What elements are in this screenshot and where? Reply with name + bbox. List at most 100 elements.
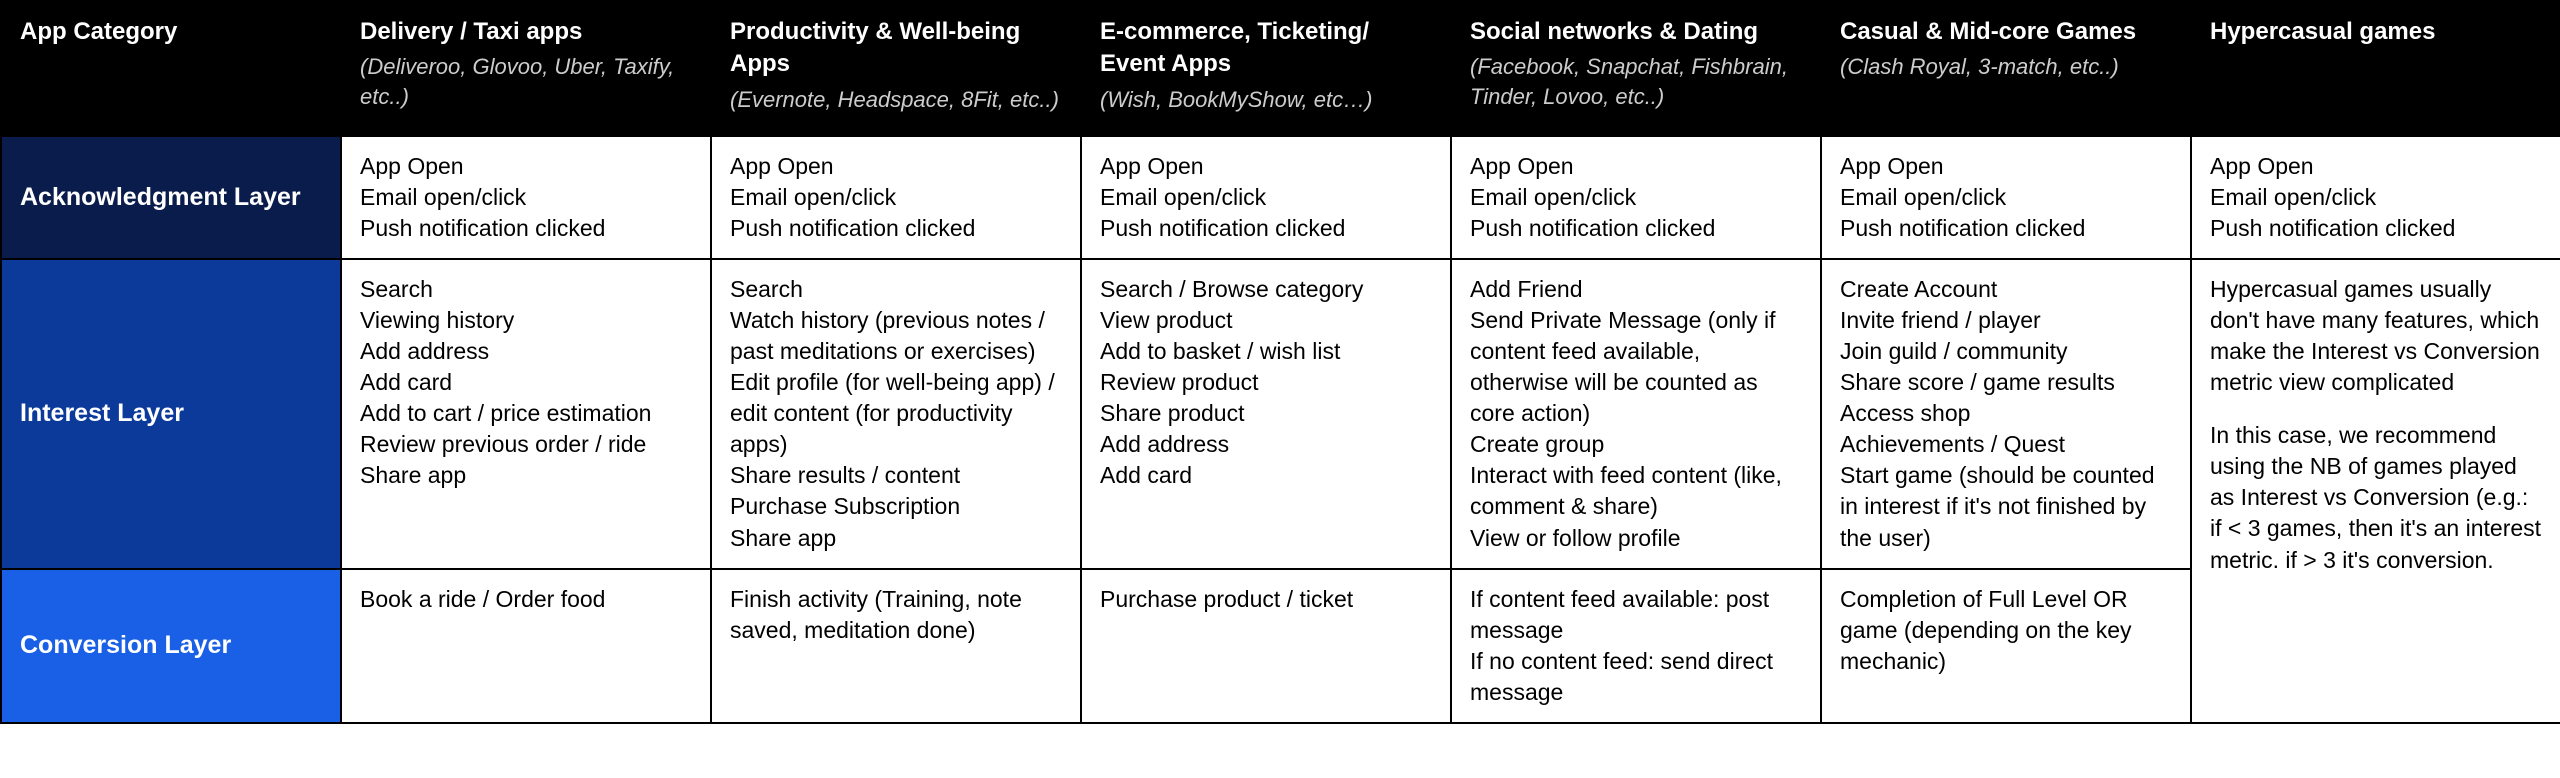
cell-line: App Open [360, 151, 692, 182]
col-header-ecommerce: E-commerce, Ticketing/ Event Apps (Wish,… [1081, 1, 1451, 136]
cell-line: Add card [360, 367, 692, 398]
cell-line: Add to cart / price estimation [360, 398, 692, 429]
row-label-ack: Acknowledgment Layer [1, 136, 341, 259]
cell-interest-ecommerce: Search / Browse categoryView productAdd … [1081, 259, 1451, 568]
cell-line: App Open [1840, 151, 2172, 182]
cell-line: Email open/click [730, 182, 1062, 213]
cell-conv-productivity: Finish activity (Training, note saved, m… [711, 569, 1081, 723]
col-header-title: Productivity & Well-being Apps [730, 16, 1062, 81]
header-corner: App Category [1, 1, 341, 136]
cell-interest-social: Add FriendSend Private Message (only if … [1451, 259, 1821, 568]
cell-line: Share app [730, 523, 1062, 554]
cell-line: Interact with feed content (like, commen… [1470, 460, 1802, 522]
cell-interest-productivity: SearchWatch history (previous notes / pa… [711, 259, 1081, 568]
category-matrix-table: App Category Delivery / Taxi apps (Deliv… [0, 0, 2560, 724]
col-header-sub: (Clash Royal, 3-match, etc..) [1840, 52, 2172, 82]
cell-line: Share results / content [730, 460, 1062, 491]
cell-conv-delivery: Book a ride / Order food [341, 569, 711, 723]
cell-line: Access shop [1840, 398, 2172, 429]
cell-line: Add Friend [1470, 274, 1802, 305]
col-header-title: Hypercasual games [2210, 16, 2542, 48]
row-label-interest: Interest Layer [1, 259, 341, 568]
row-conversion: Conversion Layer Book a ride / Order foo… [1, 569, 2560, 723]
cell-line: Start game (should be counted in interes… [1840, 460, 2172, 553]
cell-line: Add address [1100, 429, 1432, 460]
cell-line: Add to basket / wish list [1100, 336, 1432, 367]
col-header-sub: (Deliveroo, Glovoo, Uber, Taxify, etc..) [360, 52, 692, 111]
cell-line: Push notification clicked [1100, 213, 1432, 244]
cell-line: App Open [2210, 151, 2542, 182]
cell-line: Review previous order / ride [360, 429, 692, 460]
cell-line: Add address [360, 336, 692, 367]
cell-conv-casual: Completion of Full Level OR game (depend… [1821, 569, 2191, 723]
cell-conv-social: If content feed available: post messageI… [1451, 569, 1821, 723]
row-label-conversion: Conversion Layer [1, 569, 341, 723]
cell-line: If no content feed: send direct message [1470, 646, 1802, 708]
cell-line: Share product [1100, 398, 1432, 429]
cell-line: Share score / game results [1840, 367, 2172, 398]
cell-line: Create Account [1840, 274, 2172, 305]
cell-line: Review product [1100, 367, 1432, 398]
cell-line: Book a ride / Order food [360, 584, 692, 615]
cell-line: Edit profile (for well-being app) / edit… [730, 367, 1062, 460]
cell-line: Search [730, 274, 1062, 305]
col-header-delivery: Delivery / Taxi apps (Deliveroo, Glovoo,… [341, 1, 711, 136]
cell-line: Purchase Subscription [730, 491, 1062, 522]
col-header-sub: (Evernote, Headspace, 8Fit, etc..) [730, 85, 1062, 115]
cell-line: Purchase product / ticket [1100, 584, 1432, 615]
cell-line: If content feed available: post message [1470, 584, 1802, 646]
cell-interest-casual: Create AccountInvite friend / playerJoin… [1821, 259, 2191, 568]
cell-line: View or follow profile [1470, 523, 1802, 554]
col-header-sub: (Facebook, Snapchat, Fishbrain, Tinder, … [1470, 52, 1802, 111]
cell-line: App Open [1100, 151, 1432, 182]
cell-line: App Open [730, 151, 1062, 182]
cell-line: Email open/click [1470, 182, 1802, 213]
cell-line: Push notification clicked [730, 213, 1062, 244]
cell-line: Email open/click [2210, 182, 2542, 213]
cell-ack-casual: App OpenEmail open/clickPush notificatio… [1821, 136, 2191, 259]
cell-line: Push notification clicked [1470, 213, 1802, 244]
cell-line: Watch history (previous notes / past med… [730, 305, 1062, 367]
cell-line: Email open/click [1100, 182, 1432, 213]
cell-ack-productivity: App OpenEmail open/clickPush notificatio… [711, 136, 1081, 259]
col-header-casual-games: Casual & Mid-core Games (Clash Royal, 3-… [1821, 1, 2191, 136]
header-row: App Category Delivery / Taxi apps (Deliv… [1, 1, 2560, 136]
cell-line: Send Private Message (only if content fe… [1470, 305, 1802, 429]
cell-line: Email open/click [360, 182, 692, 213]
cell-line: Share app [360, 460, 692, 491]
col-header-title: Delivery / Taxi apps [360, 16, 692, 48]
cell-line: Push notification clicked [2210, 213, 2542, 244]
cell-line: Finish activity (Training, note saved, m… [730, 584, 1062, 646]
cell-conv-ecommerce: Purchase product / ticket [1081, 569, 1451, 723]
cell-line: View product [1100, 305, 1432, 336]
cell-line: Search [360, 274, 692, 305]
col-header-productivity: Productivity & Well-being Apps (Evernote… [711, 1, 1081, 136]
cell-ack-delivery: App OpenEmail open/clickPush notificatio… [341, 136, 711, 259]
col-header-title: Casual & Mid-core Games [1840, 16, 2172, 48]
cell-line: Add card [1100, 460, 1432, 491]
col-header-title: Social networks & Dating [1470, 16, 1802, 48]
cell-paragraph: In this case, we recommend using the NB … [2210, 420, 2542, 575]
cell-interest-delivery: SearchViewing historyAdd addressAdd card… [341, 259, 711, 568]
cell-line: Join guild / community [1840, 336, 2172, 367]
cell-line: Viewing history [360, 305, 692, 336]
row-ack: Acknowledgment Layer App OpenEmail open/… [1, 136, 2560, 259]
row-interest: Interest Layer SearchViewing historyAdd … [1, 259, 2560, 568]
cell-line: Email open/click [1840, 182, 2172, 213]
col-header-social: Social networks & Dating (Facebook, Snap… [1451, 1, 1821, 136]
header-corner-label: App Category [20, 16, 322, 48]
cell-ack-hypercasual: App OpenEmail open/clickPush notificatio… [2191, 136, 2560, 259]
cell-paragraph: Hypercasual games usually don't have man… [2210, 274, 2542, 398]
cell-line: Create group [1470, 429, 1802, 460]
cell-line: Push notification clicked [1840, 213, 2172, 244]
cell-ack-ecommerce: App OpenEmail open/clickPush notificatio… [1081, 136, 1451, 259]
cell-hypercasual-combined: Hypercasual games usually don't have man… [2191, 259, 2560, 723]
cell-line: Invite friend / player [1840, 305, 2172, 336]
cell-line: App Open [1470, 151, 1802, 182]
col-header-sub: (Wish, BookMyShow, etc…) [1100, 85, 1432, 115]
cell-line: Completion of Full Level OR game (depend… [1840, 584, 2172, 677]
cell-line: Search / Browse category [1100, 274, 1432, 305]
cell-ack-social: App OpenEmail open/clickPush notificatio… [1451, 136, 1821, 259]
col-header-hypercasual: Hypercasual games [2191, 1, 2560, 136]
col-header-title: E-commerce, Ticketing/ Event Apps [1100, 16, 1432, 81]
